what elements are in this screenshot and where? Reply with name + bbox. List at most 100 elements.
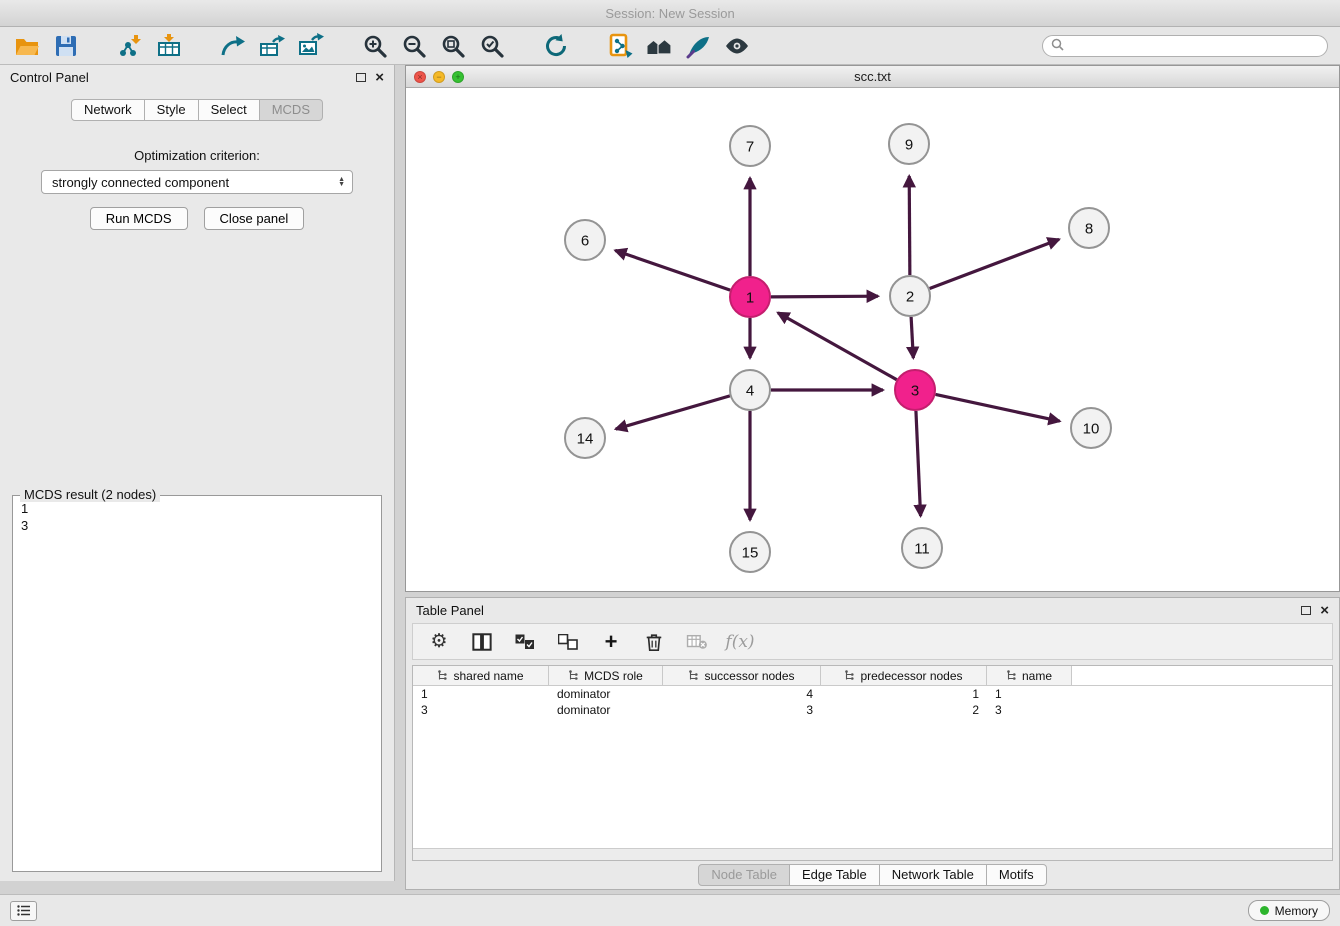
zoom-out-icon[interactable]: [399, 32, 429, 60]
edge-3-10[interactable]: [936, 394, 1060, 421]
export-network-icon[interactable]: [218, 32, 248, 60]
tab-network[interactable]: Network: [71, 99, 145, 121]
open-session-icon[interactable]: [12, 32, 42, 60]
edge-2-3[interactable]: [911, 317, 913, 358]
style-icon[interactable]: [683, 32, 713, 60]
edge-3-11[interactable]: [916, 411, 921, 516]
column-header-MCDS-role[interactable]: MCDS role: [549, 666, 663, 685]
edge-3-1[interactable]: [778, 313, 897, 380]
tab-network-table[interactable]: Network Table: [880, 864, 987, 886]
node-8[interactable]: 8: [1069, 208, 1109, 248]
refresh-icon[interactable]: [541, 32, 571, 60]
edge-1-6[interactable]: [615, 250, 730, 290]
column-header-name[interactable]: name: [987, 666, 1072, 685]
tab-select[interactable]: Select: [199, 99, 260, 121]
network-window-title: scc.txt: [406, 69, 1339, 84]
task-history-button[interactable]: [10, 901, 37, 921]
edge-2-9[interactable]: [909, 176, 910, 275]
control-panel-title: Control Panel: [10, 70, 89, 85]
column-header-shared-name[interactable]: shared name: [413, 666, 549, 685]
zoom-window-icon[interactable]: +: [452, 71, 464, 83]
table-panel-header: Table Panel ×: [406, 598, 1339, 623]
tab-style[interactable]: Style: [145, 99, 199, 121]
add-column-icon[interactable]: +: [599, 630, 623, 654]
zoom-in-icon[interactable]: [360, 32, 390, 60]
memory-button[interactable]: Memory: [1248, 900, 1330, 921]
node-1[interactable]: 1: [730, 277, 770, 317]
home-icon[interactable]: [644, 32, 674, 60]
svg-text:1: 1: [746, 290, 754, 307]
mcds-result-list: 13: [13, 496, 381, 538]
import-network-icon[interactable]: [115, 32, 145, 60]
zoom-fit-icon[interactable]: [438, 32, 468, 60]
svg-text:2: 2: [906, 289, 914, 306]
zoom-selected-icon[interactable]: [477, 32, 507, 60]
column-header-predecessor-nodes[interactable]: predecessor nodes: [821, 666, 987, 685]
edge-4-14[interactable]: [616, 396, 730, 429]
node-7[interactable]: 7: [730, 126, 770, 166]
table-settings-icon[interactable]: ⚙: [427, 630, 451, 654]
select-all-icon[interactable]: [513, 630, 537, 654]
node-2[interactable]: 2: [890, 276, 930, 316]
table-horizontal-scrollbar[interactable]: [413, 848, 1332, 860]
table-tabs: Node TableEdge TableNetwork TableMotifs: [406, 861, 1339, 889]
table-cell: 3: [663, 703, 821, 717]
node-6[interactable]: 6: [565, 220, 605, 260]
optimization-label: Optimization criterion:: [0, 148, 394, 163]
edge-1-2[interactable]: [771, 296, 878, 297]
network-window-titlebar[interactable]: × − + scc.txt: [406, 66, 1339, 88]
delete-table-icon[interactable]: [685, 630, 709, 654]
network-window: × − + scc.txt 7 9 6 8 1 2 4 3 14 10 15: [405, 65, 1340, 592]
unselect-all-icon[interactable]: [556, 630, 580, 654]
show-columns-icon[interactable]: [470, 630, 494, 654]
column-header-label: name: [1022, 669, 1052, 683]
network-canvas[interactable]: 7 9 6 8 1 2 4 3 14 10 15 11: [406, 88, 1339, 591]
node-4[interactable]: 4: [730, 370, 770, 410]
table-row[interactable]: 1dominator411: [413, 686, 1332, 702]
node-14[interactable]: 14: [565, 418, 605, 458]
node-15[interactable]: 15: [730, 532, 770, 572]
search-input[interactable]: [1069, 39, 1319, 53]
app-window: Session: New Session: [0, 0, 1340, 926]
table-cell: 1: [987, 687, 1072, 701]
network-graph: 7 9 6 8 1 2 4 3 14 10 15 11: [406, 88, 1339, 591]
delete-column-icon[interactable]: [642, 630, 666, 654]
edge-2-8[interactable]: [930, 239, 1059, 288]
table-panel-title: Table Panel: [416, 603, 484, 618]
control-panel-header: Control Panel ×: [0, 65, 394, 90]
run-mcds-button[interactable]: Run MCDS: [90, 207, 188, 230]
column-header-successor-nodes[interactable]: successor nodes: [663, 666, 821, 685]
close-table-panel-icon[interactable]: ×: [1320, 605, 1329, 617]
column-header-label: successor nodes: [704, 669, 794, 683]
export-table-icon[interactable]: [257, 32, 287, 60]
float-panel-icon[interactable]: [356, 73, 366, 82]
node-9[interactable]: 9: [889, 124, 929, 164]
column-header-label: predecessor nodes: [860, 669, 962, 683]
node-11[interactable]: 11: [902, 528, 942, 568]
node-3[interactable]: 3: [895, 370, 935, 410]
table-row[interactable]: 3dominator323: [413, 702, 1332, 718]
function-builder-icon[interactable]: f(x): [728, 630, 752, 654]
table-body: 1dominator4113dominator323: [413, 686, 1332, 848]
tab-edge-table[interactable]: Edge Table: [790, 864, 880, 886]
close-control-panel-icon[interactable]: ×: [375, 72, 384, 84]
eye-icon[interactable]: [722, 32, 752, 60]
tab-motifs[interactable]: Motifs: [987, 864, 1047, 886]
float-table-panel-icon[interactable]: [1301, 606, 1311, 615]
table-cell: 4: [663, 687, 821, 701]
table-cell: 1: [413, 687, 549, 701]
save-session-icon[interactable]: [51, 32, 81, 60]
table-cell: dominator: [549, 703, 663, 717]
tab-mcds[interactable]: MCDS: [260, 99, 323, 121]
minimize-window-icon[interactable]: −: [433, 71, 445, 83]
tab-node-table[interactable]: Node Table: [698, 864, 790, 886]
close-panel-button[interactable]: Close panel: [204, 207, 305, 230]
close-window-icon[interactable]: ×: [414, 71, 426, 83]
optimization-select[interactable]: strongly connected component ▲▼: [41, 170, 353, 194]
export-image-icon[interactable]: [296, 32, 326, 60]
search-box[interactable]: [1042, 35, 1328, 57]
clone-network-icon[interactable]: [605, 32, 635, 60]
node-10[interactable]: 10: [1071, 408, 1111, 448]
mcds-buttons: Run MCDS Close panel: [0, 207, 394, 230]
import-table-icon[interactable]: [154, 32, 184, 60]
